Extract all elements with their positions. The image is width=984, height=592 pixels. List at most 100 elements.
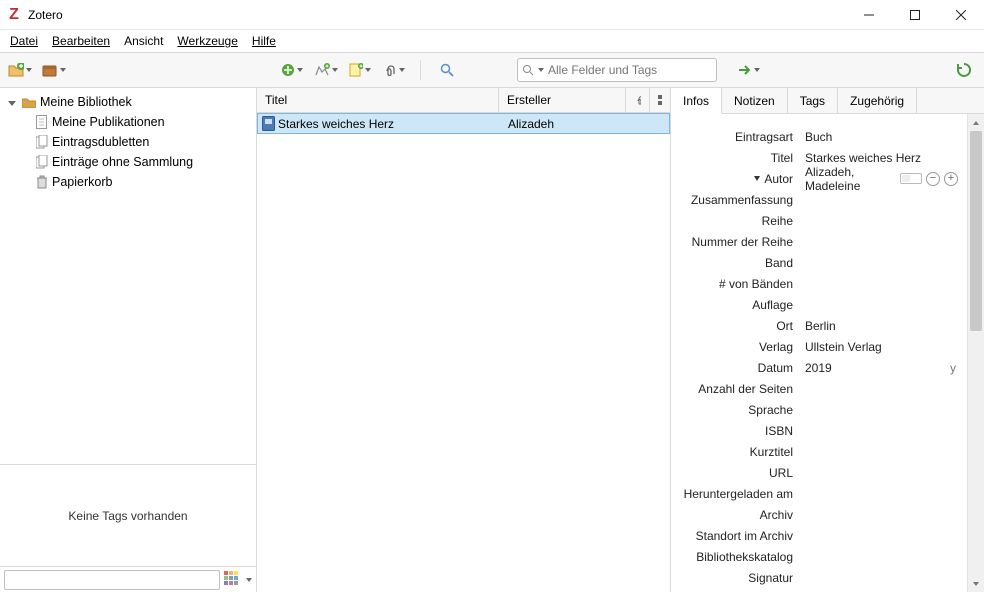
tree-item-unfiled[interactable]: Einträge ohne Sammlung (0, 152, 256, 172)
menubar: Datei Bearbeiten Ansicht Werkzeuge Hilfe (0, 30, 984, 52)
document-icon (36, 115, 48, 129)
field-label-title: Titel (671, 151, 799, 165)
field-label-archiveloc: Standort im Archiv (671, 529, 799, 543)
titlebar: Z Zotero (0, 0, 984, 30)
item-details-pane: Infos Notizen Tags Zugehörig Eintragsart… (671, 88, 984, 592)
item-title: Starkes weiches Herz (278, 117, 500, 131)
tab-tags[interactable]: Tags (788, 88, 838, 113)
tab-info[interactable]: Infos (671, 88, 722, 114)
item-row[interactable]: Starkes weiches Herz Alizadeh (257, 113, 670, 134)
item-creator: Alizadeh (500, 117, 669, 131)
menu-view[interactable]: Ansicht (124, 34, 163, 48)
detail-tabs: Infos Notizen Tags Zugehörig (671, 88, 984, 114)
swap-name-button[interactable] (900, 173, 922, 184)
field-label-language: Sprache (671, 403, 799, 417)
field-label-isbn: ISBN (671, 424, 799, 438)
tree-item-label: Papierkorb (52, 175, 112, 189)
scroll-down-icon[interactable] (968, 575, 984, 592)
tag-selector: Keine Tags vorhanden (0, 464, 256, 592)
add-by-id-button[interactable] (312, 58, 340, 82)
scroll-thumb[interactable] (970, 131, 982, 331)
new-item-button[interactable] (278, 58, 306, 82)
menu-tools[interactable]: Werkzeuge (177, 34, 237, 48)
add-creator-button[interactable]: + (944, 172, 958, 186)
field-label-date: Datum (671, 361, 799, 375)
advanced-search-button[interactable] (433, 58, 461, 82)
minimize-button[interactable] (846, 0, 892, 30)
search-mode-dropdown[interactable] (538, 68, 544, 72)
field-value-place[interactable]: Berlin (799, 319, 984, 333)
field-label-series: Reihe (671, 214, 799, 228)
column-attachment[interactable] (626, 88, 650, 112)
tree-item-duplicates[interactable]: Eintragsdubletten (0, 132, 256, 152)
no-tags-message: Keine Tags vorhanden (0, 465, 256, 566)
tag-color-button[interactable] (224, 571, 242, 589)
tree-item-label: Eintragsdubletten (52, 135, 149, 149)
attachment-icon (634, 94, 641, 106)
field-label-author: Autor (764, 172, 793, 186)
toolbar (0, 52, 984, 88)
menu-help[interactable]: Hilfe (252, 34, 276, 48)
field-label-publisher: Verlag (671, 340, 799, 354)
field-label-seriesnum: Nummer der Reihe (671, 235, 799, 249)
field-label-edition: Auflage (671, 298, 799, 312)
tag-menu-dropdown[interactable] (246, 578, 252, 582)
search-icon (522, 64, 534, 76)
menu-edit[interactable]: Bearbeiten (52, 34, 110, 48)
field-label-numvol: # von Bänden (671, 277, 799, 291)
field-value-title[interactable]: Starkes weiches Herz (799, 151, 984, 165)
column-creator[interactable]: Ersteller (499, 88, 626, 112)
info-fields: EintragsartBuch TitelStarkes weiches Her… (671, 114, 984, 592)
field-label-accessed: Heruntergeladen am (671, 487, 799, 501)
items-pane: Titel Ersteller Starkes weiches Herz Ali… (257, 88, 671, 592)
locate-button[interactable] (735, 58, 763, 82)
library-root[interactable]: Meine Bibliothek (0, 92, 256, 112)
new-note-button[interactable] (346, 58, 374, 82)
tree-item-label: Meine Publikationen (52, 115, 165, 129)
column-title[interactable]: Titel (257, 88, 499, 112)
remove-creator-button[interactable]: − (926, 172, 940, 186)
field-label-shorttitle: Kurztitel (671, 445, 799, 459)
library-icon (22, 96, 36, 108)
tag-filter-input[interactable] (4, 570, 220, 590)
menu-file[interactable]: Datei (10, 34, 38, 48)
maximize-button[interactable] (892, 0, 938, 30)
app-icon: Z (6, 7, 22, 23)
column-menu[interactable] (650, 88, 670, 112)
collections-tree[interactable]: Meine Bibliothek Meine Publikationen Ein… (0, 88, 256, 464)
main-area: Meine Bibliothek Meine Publikationen Ein… (0, 88, 984, 592)
field-label-volume: Band (671, 256, 799, 270)
tree-item-trash[interactable]: Papierkorb (0, 172, 256, 192)
library-label: Meine Bibliothek (40, 95, 132, 109)
tab-notes[interactable]: Notizen (722, 88, 788, 113)
new-library-button[interactable] (40, 58, 68, 82)
column-picker-icon (658, 95, 662, 105)
field-label-abstract: Zusammenfassung (671, 193, 799, 207)
search-field[interactable] (517, 58, 717, 82)
field-value-author[interactable]: Alizadeh, Madeleine (799, 165, 900, 193)
field-label-archive: Archiv (671, 508, 799, 522)
attach-button[interactable] (380, 58, 408, 82)
detail-scrollbar[interactable] (967, 114, 984, 592)
field-value-date[interactable]: 2019 (799, 361, 984, 375)
field-value-publisher[interactable]: Ullstein Verlag (799, 340, 984, 354)
field-label-place: Ort (671, 319, 799, 333)
date-hint: y (950, 361, 956, 375)
creator-type-dropdown[interactable] (754, 176, 760, 181)
tree-item-publications[interactable]: Meine Publikationen (0, 112, 256, 132)
separator (420, 60, 421, 80)
field-label-itemtype: Eintragsart (671, 130, 799, 144)
sync-button[interactable] (950, 58, 978, 82)
unfiled-icon (36, 155, 48, 169)
collections-pane: Meine Bibliothek Meine Publikationen Ein… (0, 88, 257, 592)
search-input[interactable] (548, 59, 716, 81)
duplicates-icon (36, 135, 48, 149)
new-collection-button[interactable] (6, 58, 34, 82)
tab-related[interactable]: Zugehörig (838, 88, 917, 113)
field-value-itemtype[interactable]: Buch (799, 130, 984, 144)
close-button[interactable] (938, 0, 984, 30)
scroll-up-icon[interactable] (968, 114, 984, 131)
expand-icon[interactable] (8, 95, 18, 109)
field-label-callnum: Signatur (671, 571, 799, 585)
window-title: Zotero (28, 8, 63, 22)
